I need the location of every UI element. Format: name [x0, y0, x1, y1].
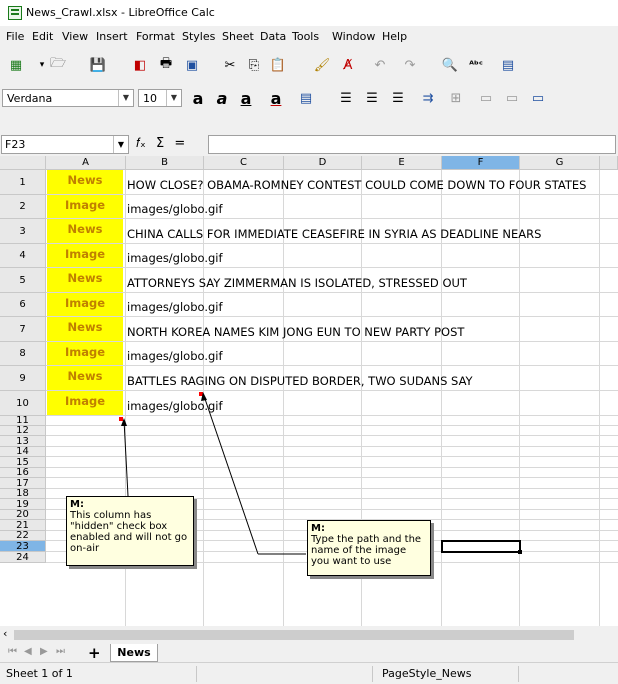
align-top-icon[interactable]: ▭	[476, 88, 496, 108]
copy-icon[interactable]: ⎘	[244, 55, 264, 75]
title-bar: News_Crawl.xlsx - LibreOffice Calc	[0, 0, 618, 27]
chevron-down-icon[interactable]: ▼	[113, 136, 128, 153]
scrollbar-thumb[interactable]	[14, 630, 574, 640]
formula-input[interactable]	[208, 135, 616, 154]
print-icon[interactable]: 🖶	[156, 55, 176, 75]
paste-icon[interactable]: 📋	[268, 55, 288, 75]
align-center-icon[interactable]: ☰	[362, 88, 382, 108]
row-icon[interactable]: ▤	[498, 55, 518, 75]
font-name-box[interactable]: Verdana ▼	[2, 89, 134, 107]
menu-file[interactable]: File	[6, 30, 24, 43]
last-sheet-icon[interactable]: ⏭	[56, 646, 65, 657]
comment-b-connector	[203, 395, 259, 555]
center-vertically-icon[interactable]: ▭	[502, 88, 522, 108]
font-name-value: Verdana	[7, 92, 53, 105]
formula-bar: F23 ▼ 𝑓ₓ Σ =	[0, 132, 618, 156]
menu-help[interactable]: Help	[382, 30, 407, 43]
sheet-count: Sheet 1 of 1	[6, 667, 73, 680]
next-sheet-icon[interactable]: ▶	[40, 646, 48, 657]
chevron-down-icon[interactable]: ▼	[166, 90, 181, 106]
sum-icon[interactable]: Σ	[156, 136, 164, 151]
highlight-color-icon[interactable]: ▤	[296, 88, 316, 108]
open-icon[interactable]: 🗁	[48, 55, 68, 75]
function-wizard-icon[interactable]: 𝑓ₓ	[136, 136, 146, 151]
italic-icon[interactable]: a	[212, 88, 232, 108]
font-color-icon[interactable]: a	[266, 88, 286, 108]
bold-icon[interactable]: a	[188, 88, 208, 108]
standard-toolbar: ▦ ▾ 🗁 💾 ◧ 🖶 ▣ ✂ ⎘ 📋 🖌 A̸ ↶ ↷ 🔍 ᴬᵇᶜ ▤	[0, 48, 618, 82]
comment-box-b[interactable]: M: Type the path and the name of the ima…	[307, 520, 431, 576]
menu-tools[interactable]: Tools	[292, 30, 319, 43]
horizontal-scrollbar[interactable]: ‹	[0, 626, 618, 644]
comment-author: M:	[70, 499, 84, 510]
name-box[interactable]: F23 ▼	[1, 135, 129, 154]
comment-text: Type the path and the name of the image …	[311, 534, 422, 567]
underline-icon[interactable]: a	[236, 88, 256, 108]
status-separator	[196, 666, 197, 682]
menu-view[interactable]: View	[62, 30, 88, 43]
formatting-toolbar: Verdana ▼ 10 ▼ a a a a ▤ ☰ ☰ ☰ ⇉ ⊞ ▭ ▭ ▭	[0, 82, 618, 114]
export-pdf-icon[interactable]: ◧	[130, 55, 150, 75]
page-style: PageStyle_News	[382, 667, 472, 680]
align-bottom-icon[interactable]: ▭	[528, 88, 548, 108]
wrap-text-icon[interactable]: ⇉	[418, 88, 438, 108]
clear-formatting-icon[interactable]: A̸	[338, 55, 358, 75]
menu-bar: File Edit View Insert Format Styles Shee…	[0, 26, 618, 48]
prev-sheet-icon[interactable]: ◀	[24, 646, 32, 657]
menu-edit[interactable]: Edit	[32, 30, 53, 43]
find-replace-icon[interactable]: 🔍	[440, 55, 460, 75]
comment-a-connector	[123, 419, 129, 497]
name-box-value: F23	[5, 138, 26, 151]
clone-formatting-icon[interactable]: 🖌	[312, 55, 332, 75]
status-separator	[518, 666, 519, 682]
menu-window[interactable]: Window	[332, 30, 375, 43]
save-icon[interactable]: 💾	[88, 55, 108, 75]
comment-b-arrow-icon	[201, 392, 207, 401]
calc-app-icon	[8, 6, 22, 20]
undo-icon[interactable]: ↶	[370, 55, 390, 75]
new-spreadsheet-icon[interactable]: ▦	[6, 55, 26, 75]
menu-format[interactable]: Format	[136, 30, 175, 43]
align-left-icon[interactable]: ☰	[336, 88, 356, 108]
comment-box-a[interactable]: M: This column has "hidden" check box en…	[66, 496, 194, 566]
status-bar: Sheet 1 of 1 PageStyle_News	[0, 662, 618, 684]
comment-text: This column has "hidden" check box enabl…	[70, 510, 188, 554]
status-separator	[372, 666, 373, 682]
first-sheet-icon[interactable]: ⏮	[8, 646, 17, 657]
menu-insert[interactable]: Insert	[96, 30, 128, 43]
function-icons: 𝑓ₓ Σ =	[136, 136, 185, 151]
menu-styles[interactable]: Styles	[182, 30, 215, 43]
sheet-tab-news[interactable]: News	[110, 644, 158, 662]
chevron-down-icon[interactable]: ▼	[118, 90, 133, 106]
add-sheet-icon[interactable]: +	[88, 644, 101, 662]
comment-author: M:	[311, 523, 325, 534]
sheet-tab-bar: ⏮ ◀ ▶ ⏭ + News	[0, 644, 618, 662]
redo-icon[interactable]: ↷	[400, 55, 420, 75]
align-right-icon[interactable]: ☰	[388, 88, 408, 108]
autofill-handle[interactable]	[518, 550, 522, 554]
merge-cells-icon[interactable]: ⊞	[446, 88, 466, 108]
spreadsheet-grid[interactable]: A B C D E F G 1 2 3 4 5 6 7 8 9 10 11 12…	[0, 156, 618, 626]
cell-cursor-f23[interactable]	[441, 540, 521, 553]
spelling-icon[interactable]: ᴬᵇᶜ	[466, 55, 486, 75]
calc-window: News_Crawl.xlsx - LibreOffice Calc File …	[0, 0, 618, 684]
cut-icon[interactable]: ✂	[220, 55, 240, 75]
window-title: News_Crawl.xlsx - LibreOffice Calc	[26, 6, 215, 19]
menu-data[interactable]: Data	[260, 30, 286, 43]
scroll-left-icon[interactable]: ‹	[3, 627, 7, 640]
print-preview-icon[interactable]: ▣	[182, 55, 202, 75]
font-size-box[interactable]: 10 ▼	[138, 89, 182, 107]
menu-sheet[interactable]: Sheet	[222, 30, 254, 43]
font-size-value: 10	[143, 92, 157, 105]
formula-icon[interactable]: =	[174, 136, 185, 151]
comment-a-arrow-icon	[121, 418, 127, 426]
